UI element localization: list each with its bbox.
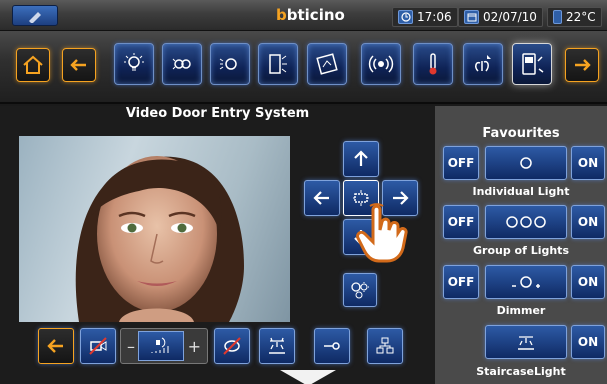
favourite-label: Individual Light — [472, 185, 570, 198]
favourite-staircase-light: ON — [443, 325, 605, 363]
home-button[interactable] — [16, 48, 50, 82]
favourites-title: Favourites — [482, 126, 560, 141]
call-toolbar: – + — [0, 312, 435, 378]
on-button[interactable]: ON — [571, 205, 605, 239]
garden-button[interactable] — [463, 43, 503, 85]
cycle-cameras-button[interactable] — [367, 328, 403, 364]
off-button[interactable]: OFF — [443, 205, 479, 239]
individual-light-button[interactable] — [485, 146, 567, 180]
staircase-light-button[interactable] — [485, 325, 567, 359]
on-button[interactable]: ON — [571, 325, 605, 359]
brand-logo: bbticino — [276, 6, 345, 24]
back-arrow-icon — [70, 59, 86, 71]
dimmer-icon — [512, 276, 540, 288]
date-text: 02/07/10 — [483, 10, 537, 24]
camera-settings-button[interactable] — [343, 273, 377, 307]
stair-light-icon — [518, 336, 534, 350]
scroll-down-arrow[interactable] — [280, 370, 336, 384]
camera-off-icon — [89, 337, 107, 355]
light-group-button[interactable] — [162, 43, 202, 85]
door-lock-button[interactable] — [314, 328, 350, 364]
camera-up-button[interactable] — [343, 141, 379, 177]
clock-icon — [398, 10, 413, 24]
status-bar: bbticino 17:06 02/07/10 22°C — [0, 0, 607, 31]
brand-text: bticino — [286, 6, 345, 24]
favourite-label: StaircaseLight — [476, 365, 566, 378]
date-display: 02/07/10 — [458, 7, 543, 27]
visitor-face-image — [75, 156, 244, 322]
brightness-settings-icon — [351, 282, 369, 299]
edit-button[interactable] — [12, 5, 58, 26]
mute-camera-button[interactable] — [80, 328, 116, 364]
scenario-button[interactable] — [258, 43, 298, 85]
dimmer-icon — [219, 58, 237, 70]
volume-level — [138, 331, 185, 361]
on-button[interactable]: ON — [571, 146, 605, 180]
time-text: 17:06 — [417, 10, 452, 24]
video-door-panel: Video Door Entry System – + — [0, 106, 435, 384]
microphone-off-icon — [223, 337, 241, 355]
light-bulb-icon — [124, 53, 144, 71]
plus-icon[interactable]: + — [188, 337, 201, 356]
energy-icon — [316, 53, 338, 75]
light-bulb-icon — [520, 157, 532, 169]
thermometer-small-icon — [553, 10, 562, 24]
light-group-icon — [506, 216, 546, 228]
nav-bar — [0, 31, 607, 104]
stair-light-icon — [269, 337, 285, 354]
camera-network-icon — [376, 337, 394, 354]
scenario-icon — [269, 54, 287, 74]
temperature-button[interactable] — [413, 43, 453, 85]
thermometer-icon — [429, 53, 437, 75]
alarm-button[interactable] — [361, 43, 401, 85]
camera-left-button[interactable] — [304, 180, 340, 216]
dimmer-button[interactable] — [485, 265, 567, 299]
arrow-left-icon — [313, 191, 329, 205]
temperature-text: 22°C — [566, 10, 596, 24]
panel-title: Video Door Entry System — [125, 106, 310, 121]
minus-icon[interactable]: – — [127, 337, 135, 356]
exit-button[interactable] — [38, 328, 74, 364]
alarm-icon — [368, 55, 394, 73]
favourites-panel: Favourites OFF ON Individual Light OFF O… — [435, 106, 607, 384]
on-button[interactable]: ON — [571, 265, 605, 299]
stair-light-button[interactable] — [259, 328, 295, 364]
calendar-icon — [464, 10, 479, 24]
temperature-display: 22°C — [547, 7, 602, 27]
video-door-entry-button[interactable] — [512, 43, 552, 85]
energy-button[interactable] — [307, 43, 347, 85]
light-group-icon — [172, 58, 191, 70]
key-icon — [324, 342, 340, 350]
arrow-up-icon — [354, 150, 368, 166]
group-of-lights-button[interactable] — [485, 205, 567, 239]
off-button[interactable]: OFF — [443, 146, 479, 180]
volume-control[interactable]: – + — [120, 328, 208, 364]
favourite-label: Group of Lights — [472, 244, 569, 257]
touch-hand-icon — [356, 203, 408, 263]
off-button[interactable]: OFF — [443, 265, 479, 299]
favourite-individual-light: OFF ON — [443, 146, 605, 184]
garden-icon — [475, 55, 491, 72]
forward-button[interactable] — [565, 48, 599, 82]
back-button[interactable] — [62, 48, 96, 82]
pen-icon — [29, 11, 41, 23]
lights-button[interactable] — [114, 43, 154, 85]
dimmer-button[interactable] — [210, 43, 250, 85]
clock-display: 17:06 — [392, 7, 458, 27]
mute-microphone-button[interactable] — [214, 328, 250, 364]
back-arrow-icon — [47, 339, 63, 353]
favourite-dimmer: OFF ON — [443, 265, 605, 303]
video-door-entry-icon — [522, 53, 544, 75]
favourite-group-of-lights: OFF ON — [443, 205, 605, 243]
speaker-volume-icon — [151, 337, 169, 353]
camera-feed — [19, 136, 290, 322]
favourite-label: Dimmer — [496, 304, 546, 317]
forward-arrow-icon — [575, 59, 591, 71]
home-icon — [23, 55, 43, 74]
